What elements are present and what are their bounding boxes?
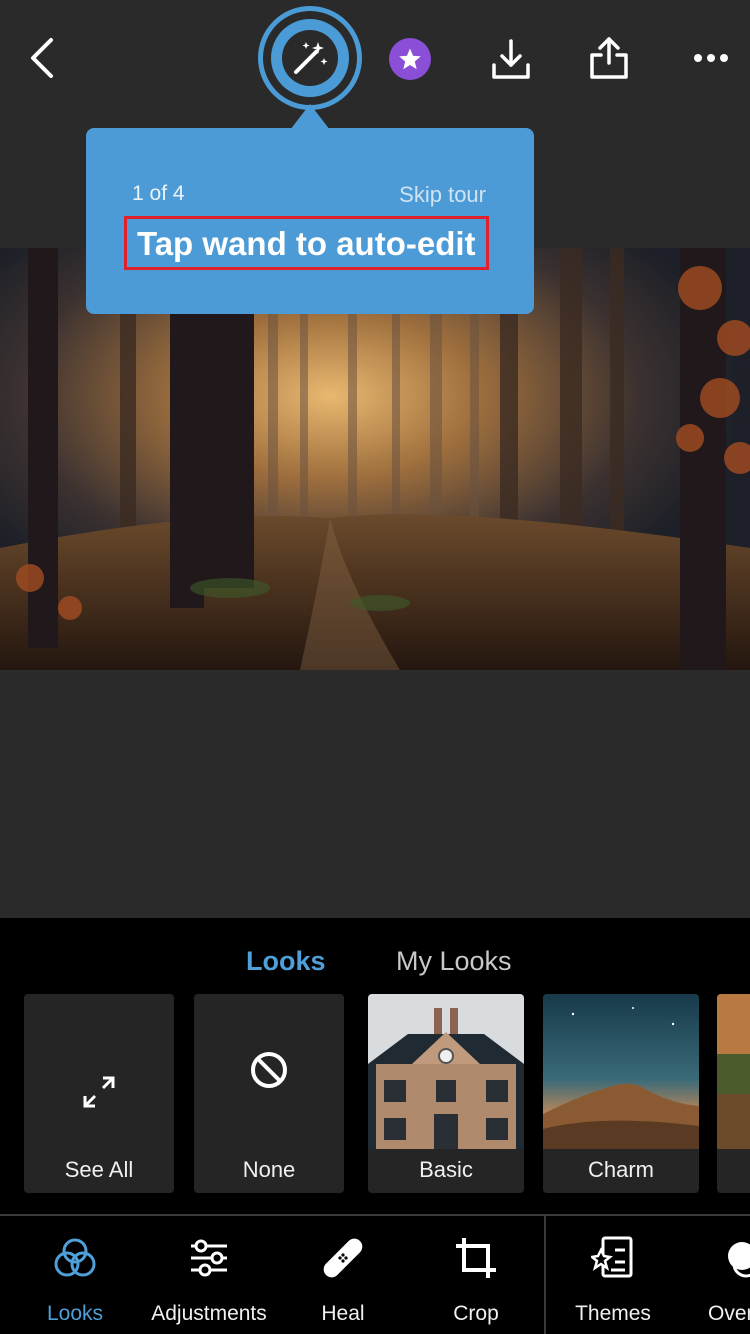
tab-looks[interactable]: Looks — [246, 946, 326, 977]
preset-label: Charm — [587, 1157, 654, 1182]
preset-thumbnail — [543, 994, 699, 1149]
tooltip-arrow — [290, 104, 330, 130]
preset-charm[interactable]: Charm — [543, 994, 699, 1193]
more-dots-icon — [694, 54, 728, 62]
tab-my-looks[interactable]: My Looks — [396, 946, 512, 977]
skip-tour-link[interactable]: Skip tour — [399, 182, 486, 208]
preset-partial[interactable] — [717, 994, 750, 1193]
toolbar-separator — [544, 1216, 546, 1334]
tool-overlays[interactable]: Over — [680, 1236, 750, 1326]
tool-crop[interactable]: Crop — [411, 1236, 541, 1326]
tool-label: Crop — [453, 1302, 499, 1325]
download-button[interactable] — [488, 34, 534, 84]
preset-basic[interactable]: Basic — [368, 994, 524, 1193]
tool-heal[interactable]: Heal — [278, 1236, 408, 1326]
preset-none[interactable]: None — [194, 994, 344, 1193]
tool-label: Heal — [321, 1302, 365, 1325]
crop-icon — [456, 1238, 496, 1278]
tour-tooltip: 1 of 4 Skip tour Tap wand to auto-edit — [86, 128, 534, 314]
preset-thumbnail — [368, 994, 524, 1149]
preset-label: See All — [64, 1157, 134, 1182]
themes-icon — [591, 1236, 633, 1278]
tool-label: Themes — [575, 1302, 651, 1325]
download-icon — [492, 39, 530, 79]
preset-label: None — [242, 1157, 296, 1182]
tool-label: Over — [708, 1302, 750, 1325]
auto-edit-button[interactable] — [258, 6, 362, 110]
tool-themes[interactable]: Themes — [548, 1236, 678, 1326]
no-icon — [251, 1052, 287, 1088]
premium-button[interactable] — [389, 38, 431, 80]
expand-icon — [83, 1076, 115, 1108]
tool-adjustments[interactable]: Adjustments — [144, 1236, 274, 1326]
chevron-left-icon — [31, 38, 53, 78]
share-button[interactable] — [586, 32, 632, 84]
magic-wand-icon — [294, 42, 328, 74]
more-button[interactable] — [688, 40, 734, 76]
share-icon — [590, 37, 628, 79]
overlay-icon — [728, 1242, 750, 1278]
bandage-icon — [323, 1238, 363, 1278]
sliders-icon — [191, 1239, 227, 1277]
tour-step-counter: 1 of 4 — [132, 182, 185, 205]
tool-label: Adjustments — [151, 1302, 267, 1325]
preset-label: Basic — [419, 1157, 473, 1182]
screen: { "header": { "back_icon": "chevron-left… — [0, 0, 750, 1334]
tooltip-title: Tap wand to auto-edit — [124, 216, 489, 270]
preset-thumbnail — [717, 994, 750, 1149]
looks-panel: Looks My Looks See All None Basic Charm … — [0, 918, 750, 1334]
tool-looks[interactable]: Looks — [10, 1236, 140, 1326]
back-button[interactable] — [18, 34, 66, 82]
toolbar-divider — [0, 1214, 750, 1216]
preset-see-all[interactable]: See All — [24, 994, 174, 1193]
tool-label: Looks — [46, 1302, 104, 1325]
star-badge-icon — [399, 48, 421, 70]
looks-icon — [54, 1238, 96, 1277]
